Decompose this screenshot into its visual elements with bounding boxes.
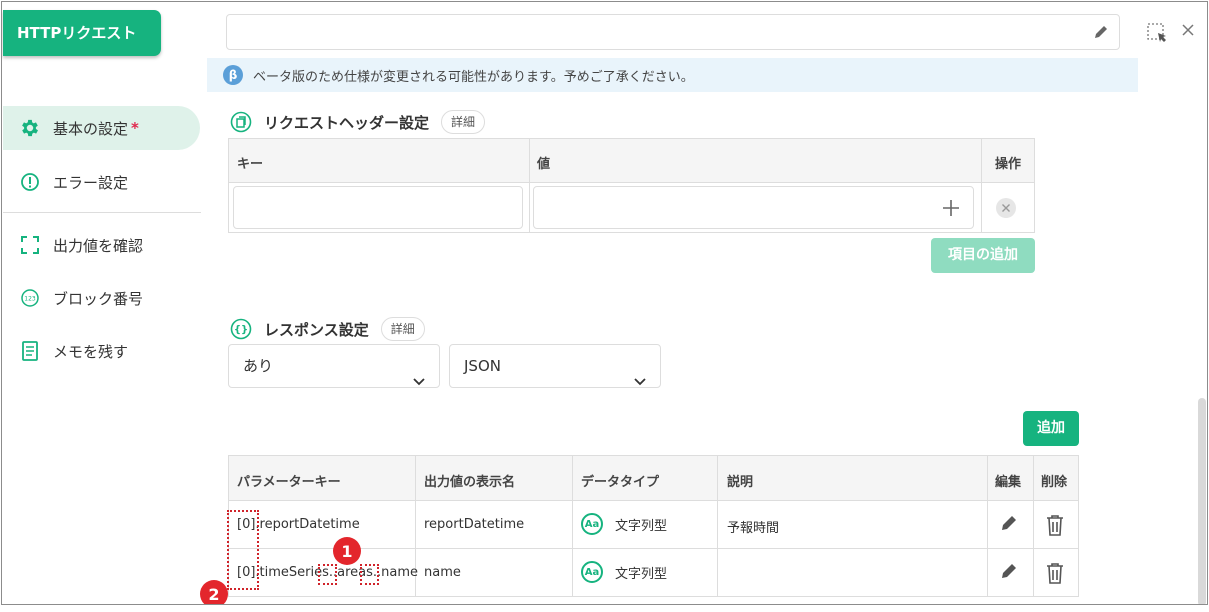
column-header: 説明	[727, 475, 754, 490]
response-enabled-select[interactable]: あり	[228, 344, 440, 388]
sidebar-item-memo[interactable]: メモを残す	[3, 329, 200, 373]
description: 予報時間	[727, 521, 780, 536]
annotation-box-dots-2	[360, 564, 379, 585]
sidebar-item-block-number[interactable]: 123 ブロック番号	[3, 276, 200, 320]
close-icon[interactable]	[1180, 22, 1196, 48]
required-mark: *	[131, 119, 139, 137]
svg-text:123: 123	[24, 296, 36, 303]
window-controls	[1146, 22, 1196, 48]
display-name: name	[424, 565, 461, 580]
trash-icon[interactable]	[1044, 513, 1066, 541]
trash-icon[interactable]	[1044, 561, 1066, 589]
chevron-down-icon	[634, 360, 646, 402]
data-type-label: 文字列型	[615, 518, 668, 534]
response-format-select[interactable]: JSON	[449, 344, 661, 388]
annotation-box-dots-1	[318, 564, 337, 585]
app-window: HTTPリクエスト 基本の設定 * エラー設定 出力値を確認 123 ブロック番…	[1, 1, 1208, 605]
column-header: 出力値の表示名	[424, 475, 516, 490]
sidebar-item-label: ブロック番号	[53, 289, 144, 308]
column-header: 操作	[995, 157, 1022, 172]
annotation-marker-1: 1	[333, 537, 361, 565]
string-type-icon: Aa	[581, 513, 603, 535]
add-parameter-button[interactable]: 追加	[1023, 411, 1079, 446]
column-header: 削除	[1041, 475, 1068, 490]
beta-icon: β	[223, 65, 243, 85]
response-heading: {} レスポンス設定 詳細	[230, 317, 425, 341]
note-icon	[19, 340, 41, 362]
detail-button[interactable]: 詳細	[441, 110, 486, 134]
sidebar-divider	[3, 212, 201, 213]
column-header: データタイプ	[581, 475, 660, 490]
string-type-icon: Aa	[581, 561, 603, 583]
chevron-down-icon	[413, 360, 425, 402]
request-header-table: キー 値 操作	[228, 138, 1035, 233]
select-area-icon[interactable]	[1146, 22, 1168, 48]
sidebar-item-basic-settings[interactable]: 基本の設定 *	[3, 106, 200, 150]
detail-button[interactable]: 詳細	[380, 317, 425, 341]
copy-badge-icon	[230, 111, 252, 133]
column-header: キー	[237, 157, 264, 172]
sidebar: HTTPリクエスト 基本の設定 * エラー設定 出力値を確認 123 ブロック番…	[2, 2, 202, 604]
alert-circle-icon	[19, 171, 41, 193]
remove-icon[interactable]	[995, 197, 1017, 223]
sidebar-item-check-output[interactable]: 出力値を確認	[3, 223, 200, 267]
column-header: 値	[537, 157, 551, 172]
sidebar-item-label: 基本の設定	[53, 119, 129, 138]
braces-icon: {}	[230, 318, 252, 340]
sidebar-item-error-settings[interactable]: エラー設定	[3, 160, 200, 204]
table-header: キー 値 操作	[229, 139, 1034, 183]
section-title: リクエストヘッダー設定	[264, 113, 430, 132]
request-header-heading: リクエストヘッダー設定 詳細	[230, 110, 486, 134]
column-divider	[981, 139, 982, 232]
plus-icon[interactable]	[941, 198, 961, 222]
beta-notice: β ベータ版のため仕様が変更される可能性があります。予めご了承ください。	[207, 58, 1138, 92]
sidebar-item-label: 出力値を確認	[53, 236, 144, 255]
annotation-box-index	[227, 510, 259, 590]
pencil-icon[interactable]	[999, 561, 1019, 585]
data-type: Aa 文字列型	[581, 561, 667, 583]
display-name: reportDatetime	[424, 517, 525, 532]
select-value: あり	[243, 357, 274, 375]
column-header: パラメーターキー	[237, 475, 341, 490]
frame-corners-icon	[19, 234, 41, 256]
pencil-icon[interactable]	[1093, 24, 1109, 44]
data-type: Aa 文字列型	[581, 513, 667, 535]
data-type-label: 文字列型	[615, 566, 668, 582]
column-divider	[529, 139, 530, 232]
column-header: 編集	[995, 475, 1022, 490]
number-badge-icon: 123	[19, 287, 41, 309]
sidebar-item-label: エラー設定	[53, 173, 129, 192]
header-value-input[interactable]	[533, 186, 974, 229]
gear-icon	[19, 117, 41, 139]
annotation-marker-2: 2	[200, 580, 228, 604]
section-title: レスポンス設定	[264, 320, 369, 339]
add-item-button[interactable]: 項目の追加	[931, 238, 1035, 273]
select-value: JSON	[464, 357, 501, 375]
table-header: パラメーターキー 出力値の表示名 データタイプ 説明 編集 削除	[229, 456, 1078, 501]
block-title: HTTPリクエスト	[3, 10, 161, 56]
block-name-input[interactable]	[226, 14, 1120, 50]
sidebar-item-label: メモを残す	[53, 342, 129, 361]
scrollbar[interactable]	[1198, 398, 1206, 604]
pencil-icon[interactable]	[999, 513, 1019, 537]
beta-message: ベータ版のため仕様が変更される可能性があります。予めご了承ください。	[253, 69, 694, 85]
svg-text:{}: {}	[234, 325, 248, 336]
header-key-input[interactable]	[233, 186, 523, 229]
parameter-table: パラメーターキー 出力値の表示名 データタイプ 説明 編集 削除 [0].rep…	[228, 455, 1079, 597]
